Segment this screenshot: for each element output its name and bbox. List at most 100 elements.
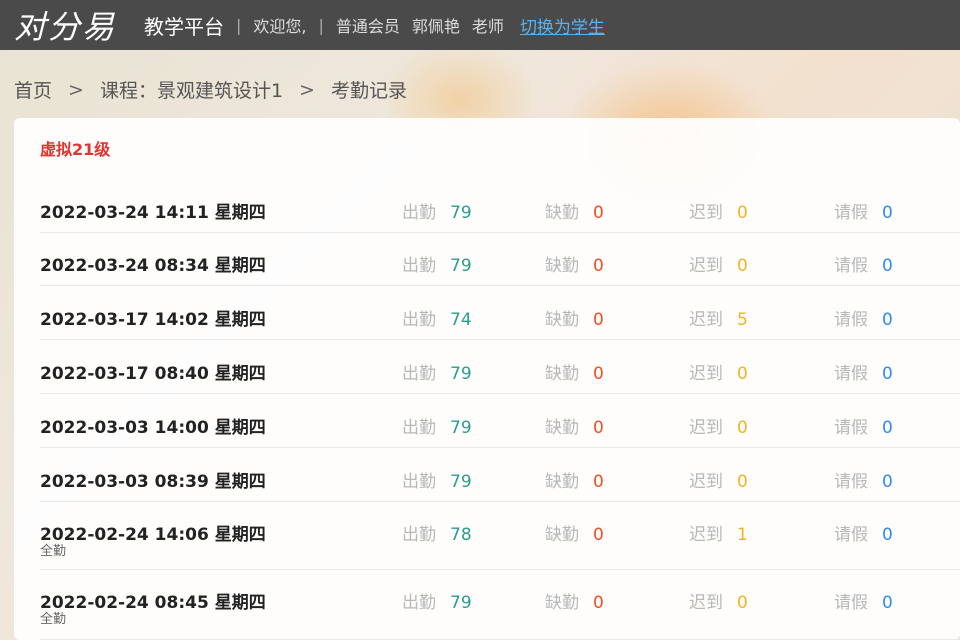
stat-absent-value: 0 <box>593 256 604 276</box>
stat-late: 迟到 0 <box>689 251 748 276</box>
breadcrumb-home-link[interactable]: 首页 <box>14 76 52 103</box>
stat-late-value: 0 <box>737 256 748 276</box>
stat-late-label: 迟到 <box>689 256 723 276</box>
stat-leave-label: 请假 <box>834 256 868 276</box>
attendance-record-row[interactable]: 2022-02-24 08:45 星期四 全勤 出勤 79 缺勤 0 迟到 0 请假 0 <box>40 570 960 640</box>
stat-absent: 缺勤 0 <box>545 413 604 438</box>
stat-absent-value: 0 <box>593 593 604 613</box>
stat-leave: 请假 0 <box>834 359 893 384</box>
stat-leave-label: 请假 <box>834 364 868 384</box>
breadcrumb: 首页 > 课程：景观建筑设计1 > 考勤记录 <box>14 76 407 103</box>
stat-leave: 请假 0 <box>834 467 893 492</box>
brand-logo[interactable]: 对分易 <box>14 2 116 48</box>
attendance-record-row[interactable]: 2022-03-17 08:40 星期四 出勤 79 缺勤 0 迟到 0 请假 0 <box>40 340 960 394</box>
stat-present-label: 出勤 <box>402 418 436 438</box>
stat-late-value: 0 <box>737 472 748 492</box>
stat-late: 迟到 0 <box>689 413 748 438</box>
stat-leave-label: 请假 <box>834 593 868 613</box>
stat-late-value: 0 <box>737 418 748 438</box>
stat-late-label: 迟到 <box>689 203 723 223</box>
stat-absent: 缺勤 0 <box>545 467 604 492</box>
stat-absent-label: 缺勤 <box>545 256 579 276</box>
stat-absent: 缺勤 0 <box>545 305 604 330</box>
welcome-text: 欢迎您, <box>253 17 307 36</box>
switch-to-student-link[interactable]: 切换为学生 <box>520 13 605 38</box>
stat-present-label: 出勤 <box>402 472 436 492</box>
stat-present: 出勤 74 <box>402 305 472 330</box>
stat-present: 出勤 79 <box>402 251 472 276</box>
stat-absent-label: 缺勤 <box>545 418 579 438</box>
stat-present-value: 78 <box>450 525 472 545</box>
stat-absent-value: 0 <box>593 472 604 492</box>
record-datetime: 2022-03-24 08:34 星期四 <box>40 256 266 276</box>
attendance-record-row[interactable]: 2022-03-24 14:11 星期四 出勤 79 缺勤 0 迟到 0 请假 0 <box>40 172 960 233</box>
stat-leave-value: 0 <box>882 203 893 223</box>
stat-leave: 请假 0 <box>834 413 893 438</box>
record-datetime: 2022-03-17 08:40 星期四 <box>40 364 266 384</box>
stat-absent: 缺勤 0 <box>545 520 604 545</box>
stat-leave-value: 0 <box>882 472 893 492</box>
stat-absent-value: 0 <box>593 364 604 384</box>
stat-leave-label: 请假 <box>834 310 868 330</box>
stat-late-value: 5 <box>737 310 748 330</box>
breadcrumb-current: 考勤记录 <box>330 80 407 102</box>
stat-late-value: 0 <box>737 203 748 223</box>
stat-absent: 缺勤 0 <box>545 251 604 276</box>
stat-leave: 请假 0 <box>834 251 893 276</box>
stat-present-value: 79 <box>450 256 472 276</box>
stat-leave-value: 0 <box>882 364 893 384</box>
platform-title: 教学平台 <box>144 14 225 39</box>
stat-leave-value: 0 <box>882 525 893 545</box>
stat-absent-label: 缺勤 <box>545 203 579 223</box>
stat-late-label: 迟到 <box>689 310 723 330</box>
stat-late-value: 0 <box>737 593 748 613</box>
stat-absent-label: 缺勤 <box>545 525 579 545</box>
stat-absent-value: 0 <box>593 525 604 545</box>
record-datetime: 2022-03-17 14:02 星期四 <box>40 310 266 330</box>
stat-present-label: 出勤 <box>402 364 436 384</box>
record-note: 全勤 <box>40 612 67 627</box>
stat-present: 出勤 79 <box>402 359 472 384</box>
class-name: 虚拟21级 <box>40 140 111 159</box>
top-navigation-bar: 对分易 教学平台 | 欢迎您, | 普通会员 郭佩艳 老师 切换为学生 <box>0 0 960 50</box>
stat-leave: 请假 0 <box>834 588 893 613</box>
stat-absent-label: 缺勤 <box>545 593 579 613</box>
attendance-record-row[interactable]: 2022-02-24 14:06 星期四 全勤 出勤 78 缺勤 0 迟到 1 请假 0 <box>40 502 960 570</box>
stat-late-label: 迟到 <box>689 593 723 613</box>
stat-leave-label: 请假 <box>834 418 868 438</box>
attendance-record-row[interactable]: 2022-03-03 08:39 星期四 出勤 79 缺勤 0 迟到 0 请假 0 <box>40 448 960 502</box>
stat-present-value: 79 <box>450 203 472 223</box>
stat-absent: 缺勤 0 <box>545 359 604 384</box>
stat-leave: 请假 0 <box>834 305 893 330</box>
member-type: 普通会员 <box>335 17 400 36</box>
stat-leave-value: 0 <box>882 418 893 438</box>
stat-late-value: 0 <box>737 364 748 384</box>
stat-late-value: 1 <box>737 525 748 545</box>
record-datetime: 2022-02-24 08:45 星期四 <box>40 593 266 613</box>
stat-late: 迟到 5 <box>689 305 748 330</box>
header-separator: | <box>318 15 324 35</box>
stat-leave-value: 0 <box>882 593 893 613</box>
stat-present-value: 79 <box>450 472 472 492</box>
stat-absent-label: 缺勤 <box>545 472 579 492</box>
breadcrumb-course-link[interactable]: 课程：景观建筑设计1 <box>100 76 283 103</box>
stat-late: 迟到 0 <box>689 467 748 492</box>
stat-present: 出勤 79 <box>402 413 472 438</box>
stat-present: 出勤 79 <box>402 198 472 223</box>
stat-absent-value: 0 <box>593 310 604 330</box>
record-datetime: 2022-03-03 14:00 星期四 <box>40 418 266 438</box>
stat-present-value: 79 <box>450 593 472 613</box>
record-datetime: 2022-03-03 08:39 星期四 <box>40 472 266 492</box>
record-datetime: 2022-03-24 14:11 星期四 <box>40 203 266 223</box>
stat-absent: 缺勤 0 <box>545 198 604 223</box>
attendance-record-row[interactable]: 2022-03-17 14:02 星期四 出勤 74 缺勤 0 迟到 5 请假 0 <box>40 286 960 340</box>
attendance-record-row[interactable]: 2022-03-03 14:00 星期四 出勤 79 缺勤 0 迟到 0 请假 0 <box>40 394 960 448</box>
stat-late: 迟到 0 <box>689 198 748 223</box>
stat-absent: 缺勤 0 <box>545 588 604 613</box>
stat-late-label: 迟到 <box>689 364 723 384</box>
breadcrumb-separator: > <box>68 78 84 101</box>
stat-present: 出勤 79 <box>402 588 472 613</box>
stat-absent-label: 缺勤 <box>545 364 579 384</box>
attendance-record-row[interactable]: 2022-03-24 08:34 星期四 出勤 79 缺勤 0 迟到 0 请假 0 <box>40 233 960 286</box>
stat-leave-value: 0 <box>882 256 893 276</box>
